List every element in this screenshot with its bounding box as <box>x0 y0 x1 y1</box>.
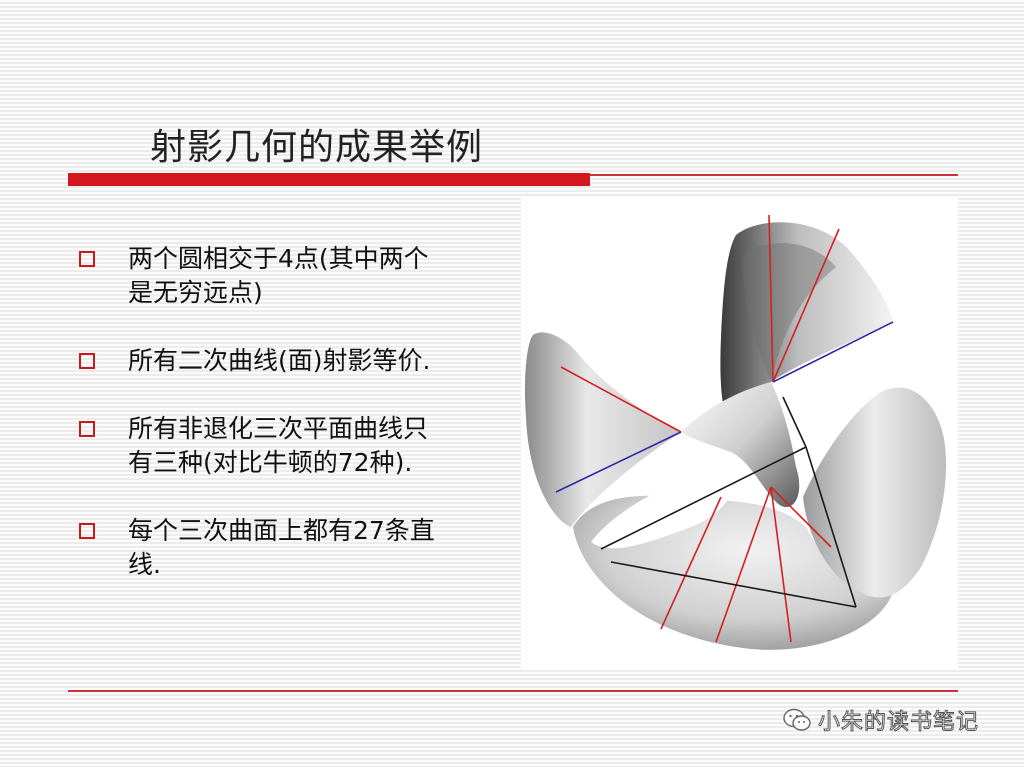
bullet-text-line: 所有非退化三次平面曲线只 <box>128 414 429 443</box>
bullet-text-line: 所有二次曲线(面)射影等价. <box>128 346 431 375</box>
bullet-text-line: 是无穷远点) <box>128 278 263 307</box>
bullet-text-line: 两个圆相交于4点(其中两个 <box>128 244 429 273</box>
bullet-text-line: 线. <box>128 550 161 579</box>
bullet-item: 每个三次曲面上都有27条直 线. <box>76 514 516 582</box>
square-bullet-icon <box>79 523 95 539</box>
title-underline-rule <box>590 174 958 176</box>
bullet-item: 所有非退化三次平面曲线只 有三种(对比牛顿的72种). <box>76 412 516 480</box>
square-bullet-icon <box>79 421 95 437</box>
bullet-text-line: 有三种(对比牛顿的72种). <box>128 448 413 477</box>
footer-rule <box>68 690 958 692</box>
title-underline-bar <box>68 173 590 186</box>
watermark: 小朱的读书笔记 <box>782 704 979 736</box>
watermark-text: 小朱的读书笔记 <box>817 710 980 736</box>
square-bullet-icon <box>79 251 95 267</box>
bullet-list: 两个圆相交于4点(其中两个 是无穷远点) 所有二次曲线(面)射影等价. 所有非退… <box>76 242 516 616</box>
slide-title: 射影几何的成果举例 <box>150 127 484 168</box>
bullet-item: 两个圆相交于4点(其中两个 是无穷远点) <box>76 242 516 310</box>
cubic-surface-illustration <box>524 214 947 650</box>
bullet-item: 所有二次曲线(面)射影等价. <box>76 344 516 378</box>
cubic-surface-figure <box>521 197 958 670</box>
wechat-icon <box>783 708 811 731</box>
square-bullet-icon <box>79 353 95 369</box>
bullet-text-line: 每个三次曲面上都有27条直 <box>128 516 435 545</box>
